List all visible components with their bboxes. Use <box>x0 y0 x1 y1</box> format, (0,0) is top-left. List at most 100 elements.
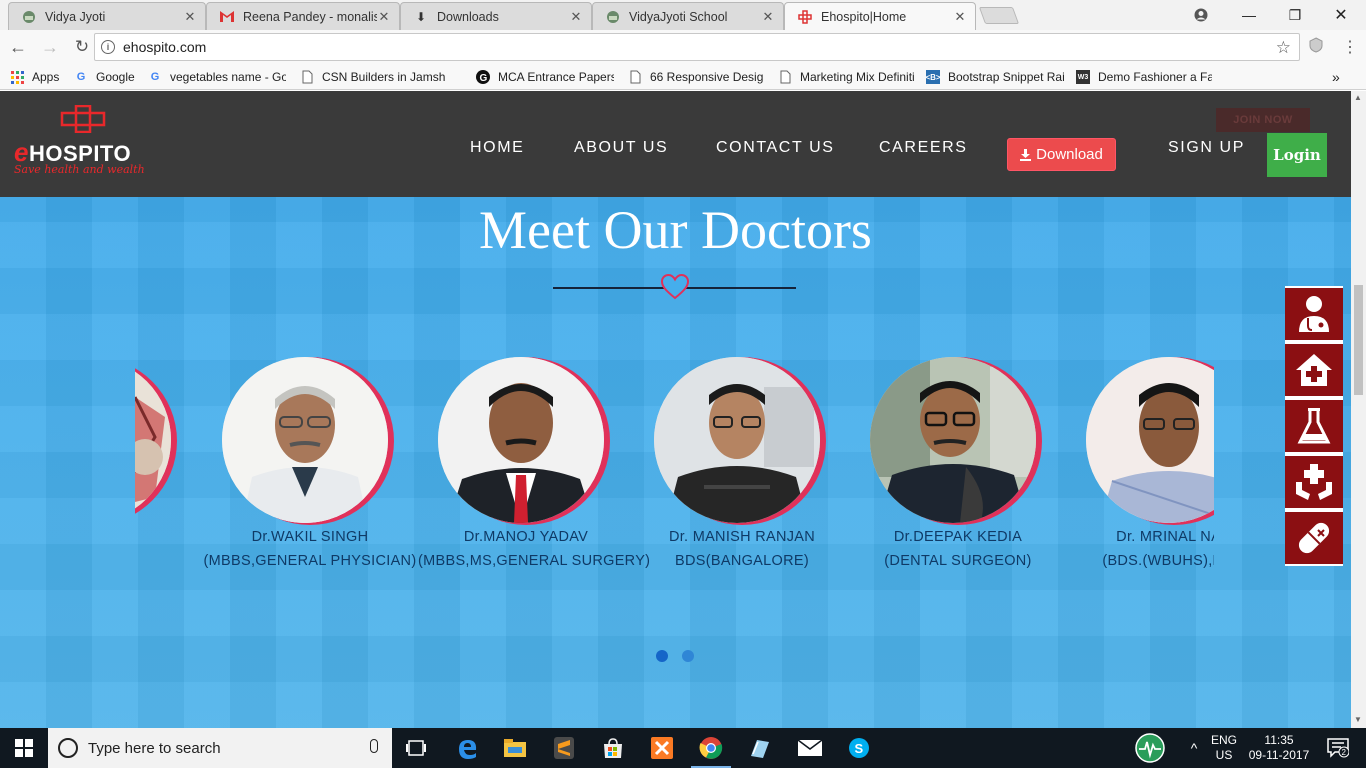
profile-icon[interactable] <box>1178 0 1224 30</box>
sublime-text-icon[interactable] <box>540 728 588 768</box>
back-arrow-icon[interactable]: ← <box>4 33 32 61</box>
bookmark-star-icon[interactable]: ☆ <box>1276 38 1291 58</box>
doctor-card[interactable]: Dr. MRINAL NAN (BDS.(WBUHS),MDS <box>1086 353 1214 583</box>
nav-about-us[interactable]: ABOUT US <box>574 139 668 157</box>
store-bag-icon[interactable] <box>589 728 637 768</box>
doctor-qualification: (DENTAL SURGEON) <box>884 553 1032 569</box>
xampp-icon[interactable] <box>638 728 686 768</box>
ehospito-logo[interactable]: eHOSPITO Save health and wealth <box>14 103 164 176</box>
care-hands-icon[interactable] <box>1285 454 1343 510</box>
tab-label: Reena Pandey - monalish <box>243 9 377 24</box>
doctor-qualification: (MBBS,GENERAL PHYSICIAN) <box>203 553 417 569</box>
doctor-photo <box>135 357 177 527</box>
file-explorer-icon[interactable] <box>491 728 539 768</box>
tray-chevron-up-icon[interactable]: ^ <box>1183 728 1205 768</box>
doctors-carousel[interactable]: AV Dr.WAKIL SINGH (MBBS,GENERAL PHYSICIA… <box>135 353 1214 583</box>
close-window-button[interactable]: ✕ <box>1318 0 1364 30</box>
close-icon[interactable]: ✕ <box>377 9 391 25</box>
bookmark-vegetables[interactable]: G vegetables name - Go <box>148 68 286 86</box>
restore-button[interactable]: ❐ <box>1272 0 1318 30</box>
doctor-card[interactable]: Dr. MANISH RANJAN BDS(BANGALORE) <box>654 353 870 583</box>
medicine-pill-icon[interactable] <box>1285 510 1343 566</box>
close-icon[interactable]: ✕ <box>953 9 967 25</box>
chrome-browser-icon[interactable] <box>687 728 735 768</box>
task-view-icon[interactable] <box>392 728 440 768</box>
close-icon[interactable]: ✕ <box>183 9 197 25</box>
address-bar[interactable]: i ehospito.com ☆ <box>94 33 1300 61</box>
notes-app-icon[interactable] <box>736 728 784 768</box>
download-button[interactable]: Download <box>1007 138 1116 171</box>
forward-arrow-icon[interactable]: → <box>36 33 64 61</box>
windows-taskbar: Type here to search S ^ ENG US 11:35 09-… <box>0 728 1366 768</box>
login-button[interactable]: Login <box>1267 133 1327 177</box>
download-icon <box>1020 148 1032 161</box>
windows-start-icon[interactable] <box>0 728 48 768</box>
tab-vidyajyoti-school[interactable]: VidyaJyoti School ✕ <box>592 2 784 30</box>
scrollbar-thumb[interactable] <box>1354 285 1363 395</box>
bookmarks-overflow-chevron-icon[interactable]: » <box>1332 68 1346 86</box>
tab-downloads[interactable]: ⬇ Downloads ✕ <box>400 2 592 30</box>
extension-shield-icon[interactable] <box>1308 37 1324 58</box>
bookmark-apps[interactable]: Apps <box>10 68 70 86</box>
bookmark-mca-papers[interactable]: G MCA Entrance Papers <box>476 68 614 86</box>
menu-kebab-icon[interactable]: ⋮ <box>1342 37 1358 57</box>
join-now-button[interactable]: JOIN NOW <box>1216 108 1310 132</box>
doctor-card[interactable]: Dr.DEEPAK KEDIA (DENTAL SURGEON) <box>870 353 1086 583</box>
reload-icon[interactable]: ↻ <box>68 33 96 61</box>
hospital-icon[interactable] <box>1285 342 1343 398</box>
microphone-icon[interactable] <box>370 739 378 753</box>
tab-label: VidyaJyoti School <box>629 9 728 24</box>
nav-careers[interactable]: CAREERS <box>879 139 968 157</box>
minimize-button[interactable]: — <box>1226 0 1272 30</box>
page-scrollbar[interactable]: ▲ ▼ <box>1351 91 1366 728</box>
tab-gmail[interactable]: Reena Pandey - monalish ✕ <box>206 2 400 30</box>
edge-browser-icon[interactable] <box>443 728 491 768</box>
doctor-card[interactable]: AV <box>135 353 221 583</box>
bookmark-google[interactable]: G Google <box>74 68 142 86</box>
bookmark-bootstrap-snippet[interactable]: <B> Bootstrap Snippet Rai <box>926 68 1064 86</box>
taskbar-search-box[interactable]: Type here to search <box>48 728 392 768</box>
nav-sign-up[interactable]: SIGN UP <box>1168 139 1245 157</box>
bookmark-demo-fashioner[interactable]: W3 Demo Fashioner a Fa <box>1076 68 1212 86</box>
doctor-qualification: (BDS.(WBUHS),MDS <box>1102 553 1214 569</box>
carousel-dot[interactable] <box>682 650 694 662</box>
mail-envelope-icon[interactable] <box>786 728 834 768</box>
language-indicator[interactable]: ENG US <box>1206 728 1242 768</box>
carousel-dot-active[interactable] <box>656 650 668 662</box>
skype-icon[interactable]: S <box>835 728 883 768</box>
health-monitor-icon[interactable] <box>1126 728 1174 768</box>
scroll-up-arrow-icon[interactable]: ▲ <box>1354 93 1362 102</box>
bookmark-responsive-design[interactable]: 66 Responsive Design <box>628 68 764 86</box>
doctor-name: Dr.DEEPAK KEDIA <box>893 529 1023 545</box>
lab-flask-icon[interactable] <box>1285 398 1343 454</box>
nav-contact-us[interactable]: CONTACT US <box>716 139 835 157</box>
g-circle-icon: G <box>476 70 490 84</box>
doctor-photo <box>870 357 1042 527</box>
new-tab-button[interactable] <box>978 7 1020 24</box>
clock[interactable]: 11:35 09-11-2017 <box>1246 728 1312 768</box>
url-text[interactable]: ehospito.com <box>123 39 206 55</box>
tab-vidya-jyoti[interactable]: Vidya Jyoti ✕ <box>8 2 206 30</box>
svg-text:2: 2 <box>1342 748 1347 757</box>
scroll-down-arrow-icon[interactable]: ▼ <box>1354 715 1362 724</box>
doctor-photo <box>222 357 394 527</box>
close-icon[interactable]: ✕ <box>761 9 775 25</box>
doctor-card[interactable]: Dr.MANOJ YADAV (MBBS,MS,GENERAL SURGERY) <box>418 353 654 583</box>
svg-text:G: G <box>480 73 488 84</box>
nav-home[interactable]: HOME <box>470 139 524 157</box>
close-icon[interactable]: ✕ <box>569 9 583 25</box>
doctor-photo <box>1086 357 1214 527</box>
logo-tagline: Save health and wealth <box>14 163 145 176</box>
bookmark-csn-builders[interactable]: CSN Builders in Jamsh <box>300 68 464 86</box>
bookmark-marketing-mix[interactable]: Marketing Mix Definiti <box>778 68 914 86</box>
info-icon[interactable]: i <box>101 40 115 54</box>
browser-tab-strip: Vidya Jyoti ✕ Reena Pandey - monalish ✕ … <box>0 0 1366 30</box>
tab-label: Downloads <box>437 9 499 24</box>
action-center-icon[interactable]: 2 <box>1318 728 1358 768</box>
quick-links-sidebar <box>1285 286 1343 566</box>
doctor-icon[interactable] <box>1285 286 1343 342</box>
tab-label: Vidya Jyoti <box>45 9 106 24</box>
logo-cross-icon <box>60 105 106 133</box>
tab-ehospito[interactable]: Ehospito|Home ✕ <box>784 2 976 30</box>
doctor-card[interactable]: Dr.WAKIL SINGH (MBBS,GENERAL PHYSICIAN) <box>204 353 438 583</box>
